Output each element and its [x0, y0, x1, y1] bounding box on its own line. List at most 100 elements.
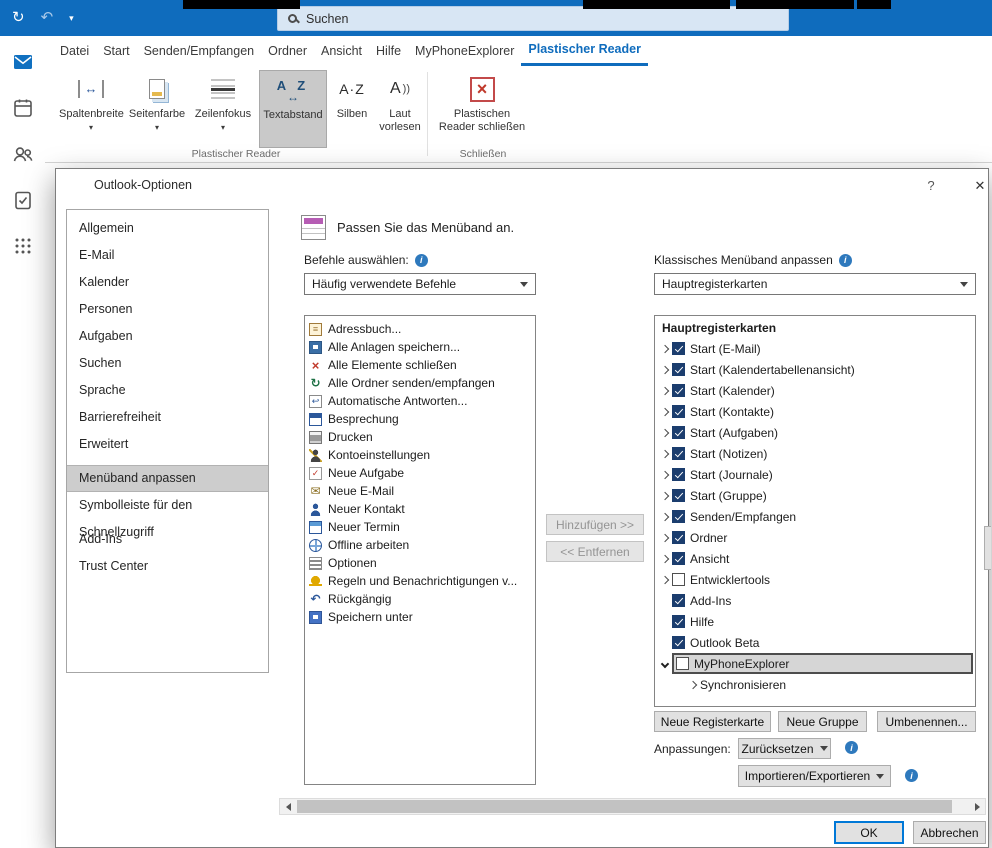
tab-plastischer-reader[interactable]: Plastischer Reader — [521, 36, 648, 66]
checkbox-unchecked[interactable] — [676, 657, 689, 670]
people-icon[interactable] — [11, 142, 35, 166]
checkbox-checked[interactable] — [672, 405, 685, 418]
checkbox-checked[interactable] — [672, 531, 685, 544]
nav-symbolleiste[interactable]: Symbolleiste für den Schnellzugriff — [67, 492, 268, 539]
expand-chevron-icon[interactable] — [660, 428, 670, 437]
seitenfarbe-button[interactable]: Seitenfarbe — [125, 70, 189, 148]
command-item[interactable]: Offline arbeiten — [305, 536, 535, 554]
rename-button[interactable]: Umbenennen... — [877, 711, 976, 732]
send-receive-icon[interactable]: ↻ — [12, 8, 25, 28]
cancel-button[interactable]: Abbrechen — [913, 821, 986, 844]
tab-senden-empfangen[interactable]: Senden/Empfangen — [137, 36, 262, 66]
close-icon[interactable]: ✕ — [968, 175, 992, 197]
tab-start[interactable]: Start — [96, 36, 136, 66]
tab-myphoneexplorer[interactable]: MyPhoneExplorer — [408, 36, 521, 66]
nav-kalender[interactable]: Kalender — [67, 269, 268, 296]
tab-row[interactable]: Start (Gruppe) — [655, 485, 975, 506]
checkbox-checked[interactable] — [672, 489, 685, 502]
tab-row[interactable]: Senden/Empfangen — [655, 506, 975, 527]
nav-aufgaben[interactable]: Aufgaben — [67, 323, 268, 350]
expand-chevron-icon[interactable] — [660, 491, 670, 500]
tab-row[interactable]: Start (Aufgaben) — [655, 422, 975, 443]
tab-row[interactable]: Start (Kalendertabellenansicht) — [655, 359, 975, 380]
expand-chevron-icon[interactable] — [660, 533, 670, 542]
nav-menueband-anpassen[interactable]: Menüband anpassen — [67, 465, 268, 492]
command-item[interactable]: Kontoeinstellungen — [305, 446, 535, 464]
command-item[interactable]: Neuer Termin — [305, 518, 535, 536]
nav-sprache[interactable]: Sprache — [67, 377, 268, 404]
nav-personen[interactable]: Personen — [67, 296, 268, 323]
expand-chevron-icon[interactable] — [660, 512, 670, 521]
checkbox-checked[interactable] — [672, 426, 685, 439]
reader-schliessen-button[interactable]: Plastischen Reader schließen — [435, 70, 529, 148]
collapse-chevron-icon[interactable] — [660, 659, 670, 668]
scrollbar-thumb[interactable] — [297, 800, 952, 813]
command-item[interactable]: Regeln und Benachrichtigungen v... — [305, 572, 535, 590]
command-item[interactable]: Automatische Antworten... — [305, 392, 535, 410]
expand-chevron-icon[interactable] — [660, 407, 670, 416]
checkbox-checked[interactable] — [672, 363, 685, 376]
tab-ordner[interactable]: Ordner — [261, 36, 314, 66]
tab-row[interactable]: Start (Kalender) — [655, 380, 975, 401]
scroll-right-button[interactable] — [969, 799, 985, 814]
tab-ansicht[interactable]: Ansicht — [314, 36, 369, 66]
nav-trust-center[interactable]: Trust Center — [67, 553, 268, 580]
qat-customize-chevron-icon[interactable]: ▾ — [69, 8, 74, 28]
checkbox-checked[interactable] — [672, 468, 685, 481]
commands-listbox[interactable]: Adressbuch... Alle Anlagen speichern... … — [304, 315, 536, 785]
expand-chevron-icon[interactable] — [688, 680, 698, 689]
command-item[interactable]: Speichern unter — [305, 608, 535, 626]
checkbox-checked[interactable] — [672, 447, 685, 460]
tab-row[interactable]: Outlook Beta — [655, 632, 975, 653]
nav-allgemein[interactable]: Allgemein — [67, 215, 268, 242]
main-tabs-listbox[interactable]: Hauptregisterkarten Start (E-Mail) Start… — [654, 315, 976, 707]
tab-child-row[interactable]: Synchronisieren — [655, 674, 975, 695]
tab-row[interactable]: Start (Journale) — [655, 464, 975, 485]
command-item[interactable]: Rückgängig — [305, 590, 535, 608]
calendar-icon[interactable] — [11, 96, 35, 120]
zeilenfokus-button[interactable]: Zeilenfokus — [191, 70, 255, 148]
move-buttons-clipped[interactable] — [984, 526, 991, 570]
expand-chevron-icon[interactable] — [660, 344, 670, 353]
nav-email[interactable]: E-Mail — [67, 242, 268, 269]
spaltenbreite-button[interactable]: Spaltenbreite — [59, 70, 124, 148]
checkbox-checked[interactable] — [672, 510, 685, 523]
nav-erweitert[interactable]: Erweitert — [67, 431, 268, 458]
textabstand-button[interactable]: Textabstand — [259, 70, 327, 148]
apps-grid-icon[interactable] — [11, 234, 35, 258]
command-item[interactable]: Neuer Kontakt — [305, 500, 535, 518]
tab-row[interactable]: Start (Kontakte) — [655, 401, 975, 422]
checkbox-checked[interactable] — [672, 615, 685, 628]
help-icon[interactable]: ? — [920, 175, 942, 197]
reset-button[interactable]: Zurücksetzen — [738, 738, 831, 759]
tasks-icon[interactable] — [11, 188, 35, 212]
scroll-left-button[interactable] — [280, 799, 296, 814]
nav-add-ins[interactable]: Add-Ins — [67, 526, 268, 553]
commands-dropdown[interactable]: Häufig verwendete Befehle — [304, 273, 536, 295]
expand-chevron-icon[interactable] — [660, 449, 670, 458]
expand-chevron-icon[interactable] — [660, 554, 670, 563]
nav-suchen[interactable]: Suchen — [67, 350, 268, 377]
command-item[interactable]: Alle Ordner senden/empfangen — [305, 374, 535, 392]
command-item[interactable]: Besprechung — [305, 410, 535, 428]
undo-icon[interactable]: ↶ — [41, 8, 54, 28]
laut-vorlesen-button[interactable]: Laut vorlesen — [375, 70, 425, 148]
ok-button[interactable]: OK — [834, 821, 904, 844]
mail-icon[interactable] — [11, 50, 35, 74]
command-item[interactable]: Drucken — [305, 428, 535, 446]
tab-row[interactable]: Start (Notizen) — [655, 443, 975, 464]
tab-datei[interactable]: Datei — [53, 36, 96, 66]
expand-chevron-icon[interactable] — [660, 575, 670, 584]
ribbon-dropdown[interactable]: Hauptregisterkarten — [654, 273, 976, 295]
tab-hilfe[interactable]: Hilfe — [369, 36, 408, 66]
tab-row[interactable]: Start (E-Mail) — [655, 338, 975, 359]
tab-row[interactable]: Ansicht — [655, 548, 975, 569]
new-group-button[interactable]: Neue Gruppe — [778, 711, 867, 732]
tab-row[interactable]: Add-Ins — [655, 590, 975, 611]
checkbox-checked[interactable] — [672, 384, 685, 397]
checkbox-unchecked[interactable] — [672, 573, 685, 586]
tab-row-selected[interactable]: MyPhoneExplorer — [655, 653, 975, 674]
search-input[interactable]: Suchen — [277, 6, 789, 31]
nav-barrierefreiheit[interactable]: Barrierefreiheit — [67, 404, 268, 431]
expand-chevron-icon[interactable] — [660, 365, 670, 374]
